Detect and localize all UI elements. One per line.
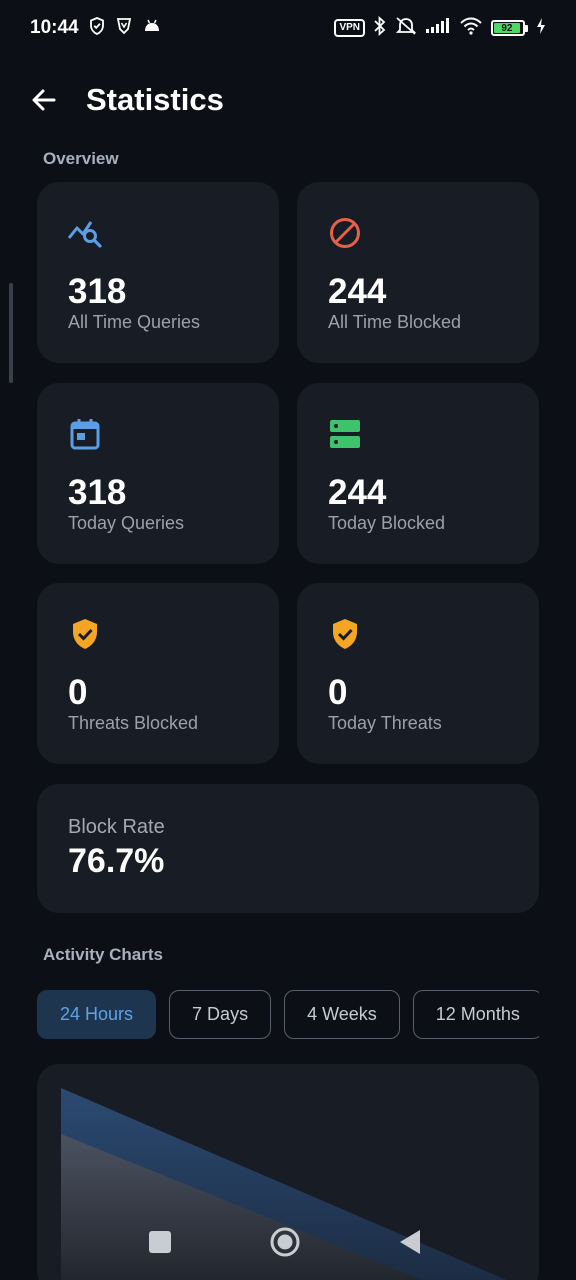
wifi-icon: [459, 17, 483, 40]
stat-label: Today Queries: [68, 513, 185, 533]
chip-24-hours[interactable]: 24 Hours: [37, 990, 157, 1039]
back-arrow-icon[interactable]: [28, 84, 60, 116]
block-rate-label: Block Rate: [68, 816, 165, 838]
activity-section-title: Activity Charts: [43, 945, 163, 964]
system-nav-bar: [0, 1210, 576, 1274]
block-rate-value: 76.7%: [68, 842, 165, 880]
block-icon: [328, 216, 362, 250]
vpn-badge: VPN: [334, 19, 365, 37]
chip-12-months[interactable]: 12 Months: [412, 990, 539, 1039]
shield-check-icon: [328, 617, 362, 651]
chip-7-days[interactable]: 7 Days: [169, 990, 272, 1039]
stat-value: 0: [68, 673, 88, 712]
stat-label: All Time Blocked: [328, 312, 462, 332]
status-bar: 10:44 VPN 92: [0, 0, 576, 56]
stat-label: All Time Queries: [68, 312, 201, 332]
battery-level: 92: [494, 23, 520, 34]
stat-value: 318: [68, 473, 127, 512]
query-search-icon: [67, 216, 102, 250]
shield-status-icon: [89, 16, 105, 40]
app-bar: Statistics: [0, 70, 576, 130]
stat-value: 244: [328, 272, 387, 311]
calendar-icon: [68, 417, 102, 451]
battery-indicator: 92: [491, 20, 528, 36]
scrollbar[interactable]: [9, 283, 13, 383]
stat-card-threats-blocked[interactable]: 0 Threats Blocked: [37, 583, 279, 764]
signal-icon: [425, 17, 451, 39]
stat-card-today-threats[interactable]: 0 Today Threats: [297, 583, 539, 764]
stat-card-today-blocked[interactable]: 244 Today Blocked: [297, 383, 539, 564]
page-title: Statistics: [86, 82, 224, 117]
stat-card-all-time-queries[interactable]: 318 All Time Queries: [37, 182, 279, 363]
brave-status-icon: [115, 17, 133, 40]
dns-server-icon: [328, 417, 362, 451]
stat-card-today-queries[interactable]: 318 Today Queries: [37, 383, 279, 564]
status-time: 10:44: [30, 17, 79, 38]
stat-card-all-time-blocked[interactable]: 244 All Time Blocked: [297, 182, 539, 363]
home-icon[interactable]: [269, 1226, 301, 1258]
stat-value: 244: [328, 473, 387, 512]
block-rate-card: Block Rate 76.7%: [37, 784, 539, 913]
stat-value: 0: [328, 673, 348, 712]
stat-label: Today Threats: [328, 713, 442, 733]
chip-4-weeks[interactable]: 4 Weeks: [284, 990, 400, 1039]
stat-label: Threats Blocked: [68, 713, 199, 733]
time-range-chips: 24 Hours 7 Days 4 Weeks 12 Months: [37, 990, 539, 1040]
overview-section-title: Overview: [43, 149, 119, 168]
stat-value: 318: [68, 272, 127, 311]
android-status-icon: [143, 19, 161, 38]
mute-icon: [395, 16, 417, 41]
recents-icon[interactable]: [148, 1230, 172, 1254]
shield-check-icon: [68, 617, 102, 651]
bluetooth-icon: [373, 15, 387, 41]
charging-icon: [536, 17, 546, 40]
back-icon[interactable]: [398, 1229, 422, 1255]
stat-label: Today Blocked: [328, 513, 446, 533]
